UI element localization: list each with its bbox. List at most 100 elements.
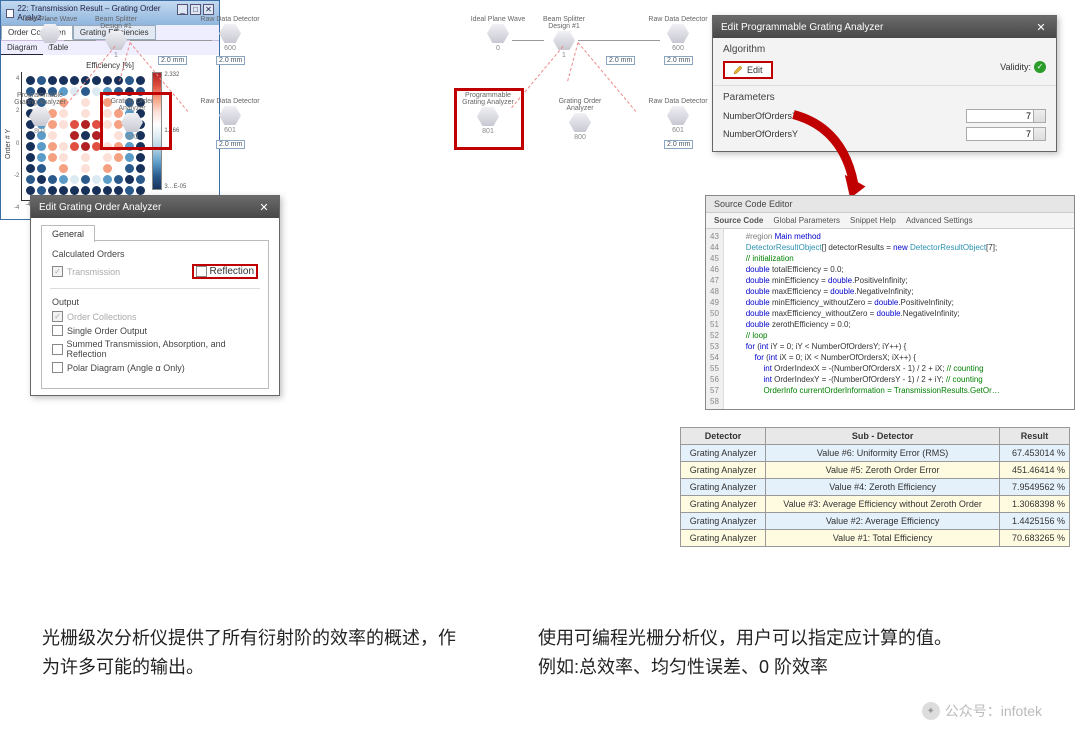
heatmap-cell [103,153,112,162]
hex-icon [39,24,61,43]
dialog-titlebar[interactable]: Edit Grating Order Analyzer ✕ [31,196,279,218]
heatmap-cell [26,164,35,173]
watermark: ✦ 公众号：infotek [922,701,1042,721]
chart-ylabel: Order # Y [5,72,12,215]
editor-tab[interactable]: Snippet Help [850,216,896,225]
caption-left: 光栅级次分析仪提供了所有衍射阶的效率的概述，作为许多可能的输出。 [42,624,462,682]
dialog-edit-grating-order-analyzer: Edit Grating Order Analyzer ✕ General Ca… [30,195,280,396]
checkbox-polar[interactable] [52,362,63,373]
distance-tag: 2.0 mm [664,140,693,149]
distance-tag: 2.0 mm [216,56,245,65]
heatmap-cell [103,175,112,184]
heatmap-cell [81,175,90,184]
node-raw-600[interactable]: Raw Data Detector 600 [648,16,708,52]
table-row[interactable]: Grating AnalyzerValue #4: Zeroth Efficie… [681,479,1070,496]
check-icon: ✓ [1034,61,1046,73]
node-ideal-plane-wave[interactable]: Ideal Plane Wave 0 [468,16,528,52]
distance-tag: 2.0 mm [606,56,635,65]
hex-icon [553,31,575,50]
heatmap-cell [125,153,134,162]
highlight-box-prog-grating [454,88,524,150]
heatmap-cell [48,153,57,162]
highlight-reflection: Reflection [192,264,258,279]
hex-icon [569,113,591,132]
heatmap-cell [103,164,112,173]
editor-tab[interactable]: Advanced Settings [906,216,973,225]
label-parameters: Parameters [723,92,1046,103]
tab-general[interactable]: General [41,225,95,242]
heatmap-cell [48,164,57,173]
heatmap-cell [26,186,35,195]
pencil-icon [733,65,743,75]
dialog-title-text: Edit Programmable Grating Analyzer [721,22,883,33]
source-code-editor: Source Code Editor Source Code Global Par… [705,195,1075,410]
heatmap-cell [59,175,68,184]
label-algorithm: Algorithm [723,44,1046,55]
editor-tab[interactable]: Source Code [714,216,763,225]
checkbox-order-collections [52,311,63,322]
heatmap-cell [92,175,101,184]
table-header: Result [1000,428,1070,445]
heatmap-cell [125,186,134,195]
validity-indicator: Validity: ✓ [1000,61,1046,73]
node-ideal-plane-wave[interactable]: Ideal Plane Wave 0 [20,16,80,52]
table-row[interactable]: Grating AnalyzerValue #6: Uniformity Err… [681,445,1070,462]
app-icon [6,9,14,18]
distance-tag: 2.0 mm [664,56,693,65]
hex-icon [667,24,689,43]
editor-tab[interactable]: Global Parameters [773,216,840,225]
distance-tag: 2.0 mm [216,140,245,149]
table-header: Sub - Detector [766,428,1000,445]
edit-button[interactable]: Edit [723,61,773,79]
heatmap-cell [70,164,79,173]
heatmap-cell [114,175,123,184]
editor-tabs: Source Code Global Parameters Snippet Help… [706,213,1074,229]
heatmap-cell [37,164,46,173]
heatmap-cell [26,153,35,162]
input-number-of-orders-x[interactable] [966,109,1046,123]
input-number-of-orders-y[interactable] [966,127,1046,141]
node-prog-801[interactable]: Programmable Grating Analyzer 801 [10,92,70,135]
dialog-edit-programmable-grating-analyzer: Edit Programmable Grating Analyzer ✕ Alg… [712,15,1057,152]
editor-title: Source Code Editor [706,196,1074,213]
node-raw-601[interactable]: Raw Data Detector 601 [648,98,708,134]
checkbox-reflection[interactable] [196,266,207,277]
results-table: DetectorSub - DetectorResult Grating Ana… [680,427,1070,547]
heatmap-cell [92,186,101,195]
table-row[interactable]: Grating AnalyzerValue #1: Total Efficien… [681,530,1070,547]
distance-tag: 2.0 mm [158,56,187,65]
dialog-titlebar[interactable]: Edit Programmable Grating Analyzer ✕ [713,16,1056,38]
heatmap-cell [26,175,35,184]
node-raw-600[interactable]: Raw Data Detector 600 [200,16,260,52]
heatmap-cell [59,153,68,162]
heatmap-cell [37,186,46,195]
heatmap-cell [103,186,112,195]
heatmap-cell [59,164,68,173]
heatmap-cell [92,153,101,162]
wechat-icon: ✦ [922,702,940,720]
label-output: Output [52,297,258,307]
heatmap-cell [125,164,134,173]
dialog-title-text: Edit Grating Order Analyzer [39,202,161,213]
heatmap-cell [81,153,90,162]
heatmap-cell [70,186,79,195]
close-icon[interactable]: ✕ [1034,20,1048,34]
table-row[interactable]: Grating AnalyzerValue #2: Average Effici… [681,513,1070,530]
line-gutter: 43444546474849505152535455565758 [706,229,724,409]
node-raw-601[interactable]: Raw Data Detector 601 [200,98,260,134]
table-row[interactable]: Grating AnalyzerValue #3: Average Effici… [681,496,1070,513]
heatmap-cell [81,164,90,173]
table-row[interactable]: Grating AnalyzerValue #5: Zeroth Order E… [681,462,1070,479]
node-grating-800[interactable]: Grating Order Analyzer 800 [550,98,610,141]
heatmap-cell [114,164,123,173]
heatmap-cell [37,153,46,162]
arrow-icon [780,110,870,200]
hex-icon [29,107,51,126]
checkbox-summed[interactable] [52,344,63,355]
code-area[interactable]: #region Main method DetectorResultObject… [724,229,1004,409]
close-icon[interactable]: ✕ [257,200,271,214]
checkbox-transmission [52,266,63,277]
checkbox-single-order[interactable] [52,325,63,336]
heatmap-cell [92,164,101,173]
highlight-box-grating-order [100,92,172,150]
